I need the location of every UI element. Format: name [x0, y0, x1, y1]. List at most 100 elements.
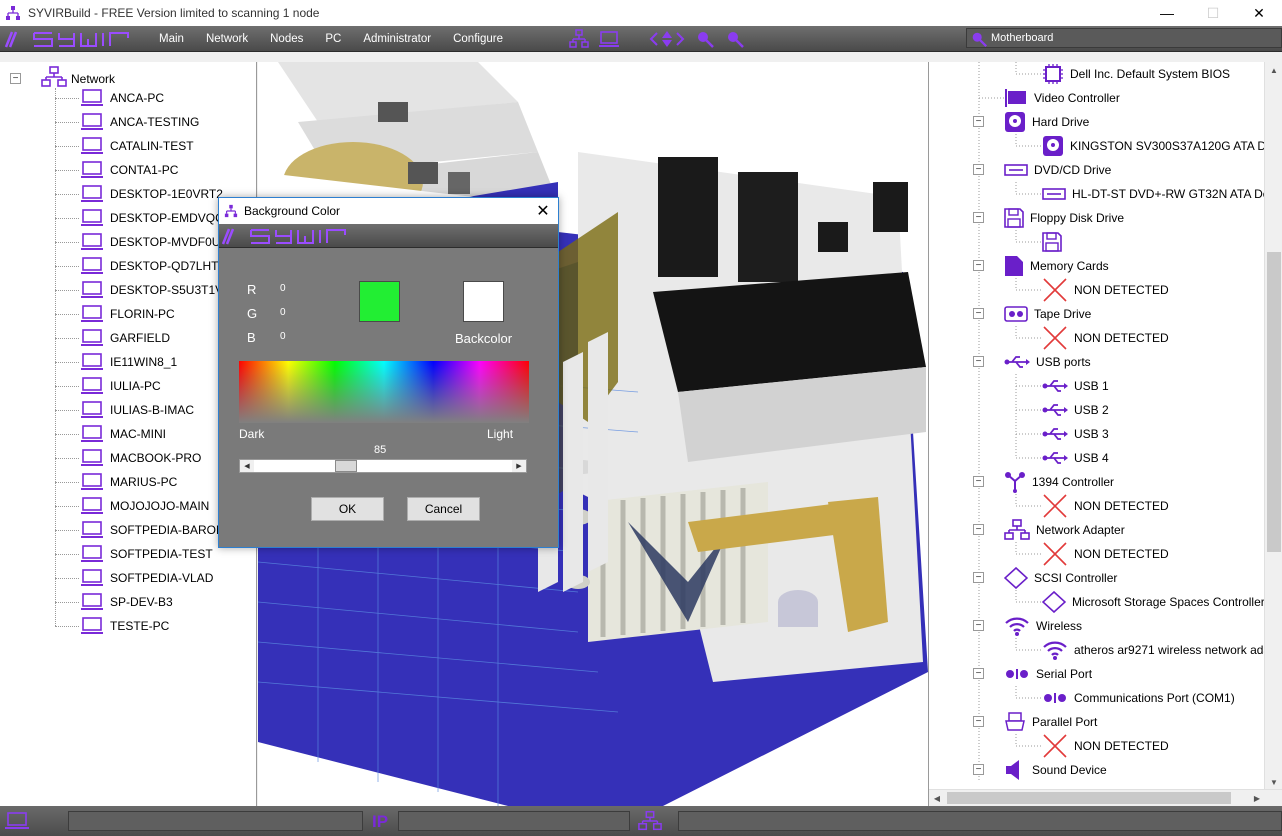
not-detected-item[interactable]: NON DETECTED — [1042, 278, 1169, 302]
scroll-up-arrow[interactable]: ▲ — [1265, 62, 1282, 78]
wireless-item-toggle[interactable]: − — [973, 620, 984, 631]
network-node[interactable]: IULIAS-B-IMAC — [80, 398, 194, 422]
slider-right-arrow[interactable]: ▶ — [512, 460, 526, 472]
network-node[interactable]: SOFTPEDIA-VLAD — [80, 566, 213, 590]
laptop-icon[interactable] — [597, 27, 621, 51]
network-node[interactable]: DESKTOP-EMDVQCO — [80, 206, 233, 230]
parallel-port-item[interactable]: Parallel Port — [1004, 710, 1097, 734]
usb-ports-item-toggle[interactable]: − — [973, 356, 984, 367]
menu-pc[interactable]: PC — [314, 26, 352, 52]
firewire-controller-item-toggle[interactable]: − — [973, 476, 984, 487]
navigate-arrows-icon[interactable] — [647, 27, 687, 51]
sound-device-item-toggle[interactable]: − — [973, 764, 984, 775]
network-node[interactable]: SOFTPEDIA-TEST — [80, 542, 213, 566]
menu-main[interactable]: Main — [148, 26, 195, 52]
tape-drive-item-toggle[interactable]: − — [973, 308, 984, 319]
serial-port-device[interactable]: Communications Port (COM1) — [1042, 686, 1235, 710]
zoom-in-icon[interactable] — [693, 27, 717, 51]
network-node[interactable]: MOJOJOJO-MAIN — [80, 494, 209, 518]
brightness-slider[interactable]: ◀ ▶ — [239, 459, 527, 473]
network-node[interactable]: IULIA-PC — [80, 374, 161, 398]
network-collapse-toggle[interactable]: − — [10, 73, 21, 84]
tape-drive-item[interactable]: Tape Drive — [1004, 302, 1091, 326]
network-node[interactable]: MACBOOK-PRO — [80, 446, 201, 470]
usb-port-item[interactable]: USB 1 — [1042, 374, 1109, 398]
hardware-search-field[interactable]: Motherboard — [966, 28, 1282, 48]
floppy-drive-item[interactable]: Floppy Disk Drive — [1004, 206, 1124, 230]
dialog-close-button[interactable]: ✕ — [528, 198, 558, 224]
dvd-drive-device[interactable]: HL-DT-ST DVD+-RW GT32N ATA Devi — [1042, 182, 1278, 206]
dvd-drive-item[interactable]: DVD/CD Drive — [1004, 158, 1111, 182]
scsi-device[interactable]: Microsoft Storage Spaces Controller — [1042, 590, 1265, 614]
network-topology-icon[interactable] — [567, 27, 591, 51]
color-spectrum[interactable] — [239, 361, 529, 423]
floppy-drive-device[interactable] — [1042, 230, 1062, 254]
usb-port-item[interactable]: USB 2 — [1042, 398, 1109, 422]
not-detected-item[interactable]: NON DETECTED — [1042, 542, 1169, 566]
usb-ports-item[interactable]: USB ports — [1004, 350, 1091, 374]
network-node[interactable]: DESKTOP-1E0VRT2 — [80, 182, 223, 206]
close-button[interactable]: ✕ — [1236, 0, 1282, 26]
hscroll-thumb[interactable] — [947, 792, 1231, 804]
backcolor-swatch[interactable] — [463, 281, 504, 322]
network-adapter-item[interactable]: Network Adapter — [1004, 518, 1125, 542]
selected-color-swatch[interactable] — [359, 281, 400, 322]
ok-button[interactable]: OK — [311, 497, 384, 521]
network-node[interactable]: DESKTOP-QD7LHT3 — [80, 254, 225, 278]
hard-drive-device[interactable]: KINGSTON SV300S37A120G ATA Dev — [1042, 134, 1279, 158]
network-node[interactable]: IE11WIN8_1 — [80, 350, 177, 374]
serial-port-item[interactable]: Serial Port — [1004, 662, 1092, 686]
network-node[interactable]: TESTE-PC — [80, 614, 169, 638]
network-node[interactable]: DESKTOP-S5U3T1V — [80, 278, 223, 302]
network-node[interactable]: SOFTPEDIA-BARON — [80, 518, 225, 542]
slider-thumb[interactable] — [334, 460, 357, 472]
scroll-thumb[interactable] — [1267, 252, 1281, 552]
memory-cards-item-toggle[interactable]: − — [973, 260, 984, 271]
firewire-controller-item[interactable]: 1394 Controller — [1004, 470, 1114, 494]
menu-configure[interactable]: Configure — [442, 26, 514, 52]
vertical-scrollbar[interactable]: ▲ ▼ — [1264, 62, 1282, 790]
zoom-out-icon[interactable] — [723, 27, 747, 51]
network-node[interactable]: MARIUS-PC — [80, 470, 177, 494]
scsi-controller-item[interactable]: SCSI Controller — [1004, 566, 1117, 590]
scsi-controller-item-toggle[interactable]: − — [973, 572, 984, 583]
network-node[interactable]: CONTA1-PC — [80, 158, 178, 182]
usb-port-item[interactable]: USB 3 — [1042, 422, 1109, 446]
network-node[interactable]: FLORIN-PC — [80, 302, 175, 326]
wireless-device[interactable]: atheros ar9271 wireless network adapter — [1042, 638, 1282, 662]
network-node[interactable]: MAC-MINI — [80, 422, 166, 446]
horizontal-scrollbar[interactable]: ◀ ▶ — [929, 789, 1282, 806]
network-node[interactable]: DESKTOP-MVDF0U5 — [80, 230, 227, 254]
hard-drive-item-toggle[interactable]: − — [973, 116, 984, 127]
not-detected-item[interactable]: NON DETECTED — [1042, 734, 1169, 758]
hard-drive-item[interactable]: Hard Drive — [1004, 110, 1089, 134]
bios-item[interactable]: Dell Inc. Default System BIOS — [1042, 62, 1230, 86]
serial-port-item-toggle[interactable]: − — [973, 668, 984, 679]
not-detected-item[interactable]: NON DETECTED — [1042, 326, 1169, 350]
scroll-down-arrow[interactable]: ▼ — [1265, 774, 1282, 790]
video-controller-item[interactable]: Video Controller — [1004, 86, 1120, 110]
network-node[interactable]: GARFIELD — [80, 326, 170, 350]
floppy-drive-item-toggle[interactable]: − — [973, 212, 984, 223]
menu-administrator[interactable]: Administrator — [352, 26, 442, 52]
usb-port-item[interactable]: USB 4 — [1042, 446, 1109, 470]
minimize-button[interactable]: — — [1144, 0, 1190, 26]
network-node[interactable]: ANCA-TESTING — [80, 110, 199, 134]
scroll-left-arrow[interactable]: ◀ — [929, 790, 945, 806]
network-node[interactable]: ANCA-PC — [80, 86, 164, 110]
not-detected-item[interactable]: NON DETECTED — [1042, 494, 1169, 518]
network-adapter-item-toggle[interactable]: − — [973, 524, 984, 535]
dvd-drive-item-toggle[interactable]: − — [973, 164, 984, 175]
memory-cards-item[interactable]: Memory Cards — [1004, 254, 1109, 278]
scroll-right-arrow[interactable]: ▶ — [1249, 790, 1265, 806]
network-root-label[interactable]: Network — [71, 72, 115, 86]
parallel-port-item-toggle[interactable]: − — [973, 716, 984, 727]
sound-device-item[interactable]: Sound Device — [1004, 758, 1107, 782]
wireless-item[interactable]: Wireless — [1004, 614, 1082, 638]
network-node[interactable]: SP-DEV-B3 — [80, 590, 173, 614]
menu-nodes[interactable]: Nodes — [259, 26, 314, 52]
slider-left-arrow[interactable]: ◀ — [240, 460, 254, 472]
cancel-button[interactable]: Cancel — [407, 497, 480, 521]
menu-network[interactable]: Network — [195, 26, 259, 52]
maximize-button[interactable]: ☐ — [1190, 0, 1236, 26]
